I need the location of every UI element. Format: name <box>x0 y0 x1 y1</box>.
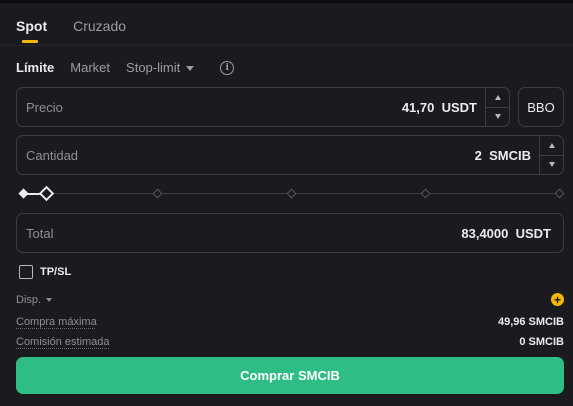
available-row: Disp. + <box>16 293 564 306</box>
slider-mark-25[interactable] <box>152 188 163 199</box>
tpsl-checkbox[interactable] <box>19 265 33 279</box>
max-buy-value: 49,96 SMCIB <box>497 316 564 328</box>
slider-mark-0[interactable] <box>18 188 29 199</box>
caret-down-icon <box>548 162 555 168</box>
max-buy-label[interactable]: Compra máxima <box>16 316 97 328</box>
quantity-increment-button[interactable] <box>540 136 563 155</box>
price-increment-button[interactable] <box>486 88 509 107</box>
tab-spot[interactable]: Spot <box>16 18 47 44</box>
chevron-down-icon <box>46 298 53 302</box>
tpsl-label: TP/SL <box>40 266 72 278</box>
bbo-button[interactable]: BBO <box>518 87 564 127</box>
top-border <box>0 0 573 3</box>
price-stepper <box>485 88 509 126</box>
margin-tabs: Spot Cruzado <box>16 18 126 44</box>
tab-cross[interactable]: Cruzado <box>73 18 126 44</box>
tab-divider <box>0 45 573 46</box>
order-type-market[interactable]: Market <box>70 60 110 75</box>
caret-up-icon <box>494 94 501 100</box>
fee-row: Comisión estimada 0 SMCIB <box>16 336 564 348</box>
total-unit: USDT <box>515 225 551 241</box>
add-funds-icon[interactable]: + <box>551 293 564 306</box>
order-type-selector: Límite Market Stop-limit i <box>16 60 235 75</box>
total-amount: 83,4000 <box>461 225 509 241</box>
caret-up-icon <box>548 142 555 148</box>
fee-value: 0 SMCIB <box>519 336 564 348</box>
caret-down-icon <box>494 114 501 120</box>
quantity-amount: 2 <box>474 147 482 163</box>
quantity-decrement-button[interactable] <box>540 154 563 175</box>
order-type-stop-limit[interactable]: Stop-limit <box>126 60 195 75</box>
price-decrement-button[interactable] <box>486 106 509 127</box>
price-unit: USDT <box>441 99 477 115</box>
total-value[interactable]: 83,4000 USDT <box>461 226 551 241</box>
order-type-limit-label: Límite <box>16 60 55 75</box>
order-type-limit[interactable]: Límite <box>16 60 54 75</box>
quantity-unit: SMCIB <box>489 147 531 163</box>
available-label: Disp. <box>16 293 42 306</box>
slider-mark-100[interactable] <box>554 188 565 199</box>
quantity-value[interactable]: 2 SMCIB <box>475 148 531 163</box>
tpsl-toggle[interactable]: TP/SL <box>19 265 71 279</box>
total-input[interactable]: Total 83,4000 USDT <box>16 213 564 253</box>
order-type-market-label: Market <box>70 60 111 75</box>
quantity-input[interactable]: Cantidad 2 SMCIB <box>16 135 564 175</box>
amount-slider[interactable] <box>18 185 565 202</box>
chevron-down-icon <box>186 65 195 71</box>
slider-mark-75[interactable] <box>420 188 431 199</box>
trade-panel: Spot Cruzado Límite Market Stop-limit i … <box>0 0 573 406</box>
fee-label[interactable]: Comisión estimada <box>16 336 110 348</box>
quantity-label: Cantidad <box>26 147 79 163</box>
price-input[interactable]: Precio 41,70 USDT <box>16 87 510 127</box>
buy-button[interactable]: Comprar SMCIB <box>16 357 564 394</box>
available-dropdown[interactable]: Disp. <box>16 293 53 306</box>
slider-handle[interactable] <box>38 185 55 202</box>
price-amount: 41,70 <box>401 99 435 115</box>
price-label: Precio <box>26 99 63 115</box>
total-label: Total <box>26 225 54 241</box>
info-icon[interactable]: i <box>220 60 235 75</box>
slider-mark-50[interactable] <box>286 188 297 199</box>
price-value[interactable]: 41,70 USDT <box>402 100 477 115</box>
quantity-stepper <box>539 136 563 174</box>
max-buy-row: Compra máxima 49,96 SMCIB <box>16 316 564 328</box>
order-type-stop-limit-label: Stop-limit <box>126 60 181 75</box>
